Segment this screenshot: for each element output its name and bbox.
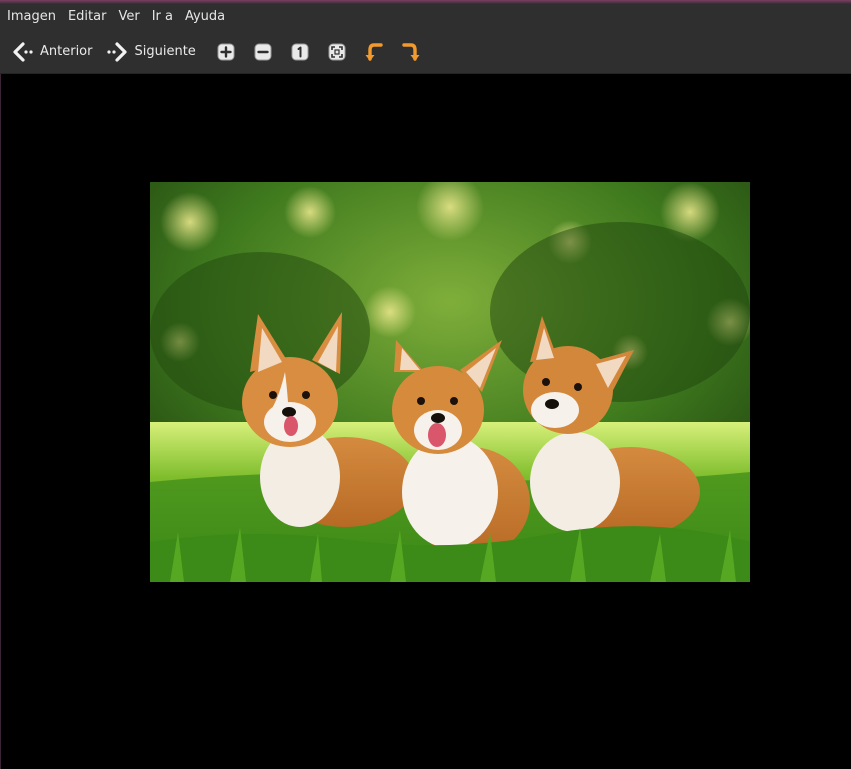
menu-editar[interactable]: Editar [62,4,113,30]
rotate-left-icon [364,41,384,63]
previous-label: Anterior [40,44,93,59]
zoom-normal-button[interactable] [282,36,319,68]
menu-ver[interactable]: Ver [112,4,145,30]
menu-ir-a[interactable]: Ir a [146,4,179,30]
displayed-image [150,182,750,582]
zoom-in-button[interactable] [208,36,245,68]
zoom-fit-button[interactable] [319,36,356,68]
zoom-fit-icon [328,43,346,61]
menu-imagen[interactable]: Imagen [0,4,62,30]
menu-ayuda[interactable]: Ayuda [179,4,231,30]
rotate-left-button[interactable] [356,36,393,68]
zoom-in-icon [217,43,235,61]
zoom-out-icon [254,43,272,61]
zoom-normal-icon [291,43,309,61]
previous-button[interactable]: Anterior [8,36,96,68]
next-button[interactable]: Siguiente [102,36,199,68]
image-viewer-window: Imagen Editar Ver Ir a Ayuda Anterior Si… [0,0,851,769]
toolbar: Anterior Siguiente [0,30,851,74]
menubar: Imagen Editar Ver Ir a Ayuda [0,4,851,30]
zoom-out-button[interactable] [245,36,282,68]
arrow-right-icon [106,41,128,62]
rotate-right-icon [401,41,421,63]
window-left-border [0,74,1,769]
arrow-left-icon [12,41,34,62]
rotate-right-button[interactable] [393,36,430,68]
next-label: Siguiente [134,44,196,59]
